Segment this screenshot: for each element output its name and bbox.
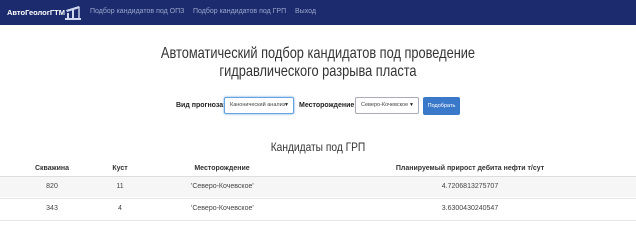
nav-link-logout[interactable]: Выход [295, 8, 316, 15]
cell-field: 'Северо-Кочевское' [191, 205, 254, 212]
brand-link[interactable]: АвтоГеологГТМ [7, 8, 65, 17]
nav-link-opz[interactable]: Подбор кандидатов под ОПЗ [90, 8, 184, 15]
chevron-down-icon: ▼ [409, 102, 414, 108]
page-title-line-2: гидравлического разрыва пласта [219, 63, 417, 80]
column-header-gain: Планируемый прирост дебита нефти т/сут [395, 165, 545, 172]
cell-gain: 3.6300430240547 [441, 205, 499, 212]
oilfield-select[interactable]: Северо-Кочевское ▼ [355, 97, 419, 114]
cell-bush: 4 [118, 205, 122, 212]
column-header-well: Скважина [34, 165, 70, 172]
page-title-line-1: Автоматический подбор кандидатов под про… [160, 45, 476, 62]
navbar: АвтоГеологГТМ Подбор кандидатов под ОПЗ … [0, 0, 636, 25]
oil-pump-icon [65, 6, 81, 20]
oilfield-label: Месторождение: [299, 102, 357, 109]
chevron-down-icon: ▼ [284, 102, 289, 108]
cell-well: 820 [46, 183, 58, 190]
cell-gain: 4.7206813275707 [441, 183, 499, 190]
cell-bush: 11 [116, 183, 124, 190]
column-header-field: Месторождение [194, 165, 250, 172]
row-divider [0, 220, 636, 221]
column-header-bush: Куст [112, 165, 128, 172]
table-row: 343 4 'Северо-Кочевское' 3.6300430240547 [0, 199, 636, 219]
submit-button[interactable]: Подобрать [423, 97, 460, 115]
table-row: 820 11 'Северо-Кочевское' 4.720681327570… [0, 177, 636, 197]
cell-field: 'Северо-Кочевское' [191, 183, 254, 190]
forecast-type-select[interactable]: Канонический анализ ▼ [224, 97, 294, 114]
nav-link-grp[interactable]: Подбор кандидатов под ГРП [193, 8, 286, 15]
oilfield-value: Северо-Кочевское [361, 102, 409, 108]
forecast-type-value: Канонический анализ [230, 102, 286, 108]
results-title: Кандидаты под ГРП [270, 140, 366, 154]
forecast-type-label: Вид прогноза: [176, 102, 226, 109]
cell-well: 343 [46, 205, 58, 212]
